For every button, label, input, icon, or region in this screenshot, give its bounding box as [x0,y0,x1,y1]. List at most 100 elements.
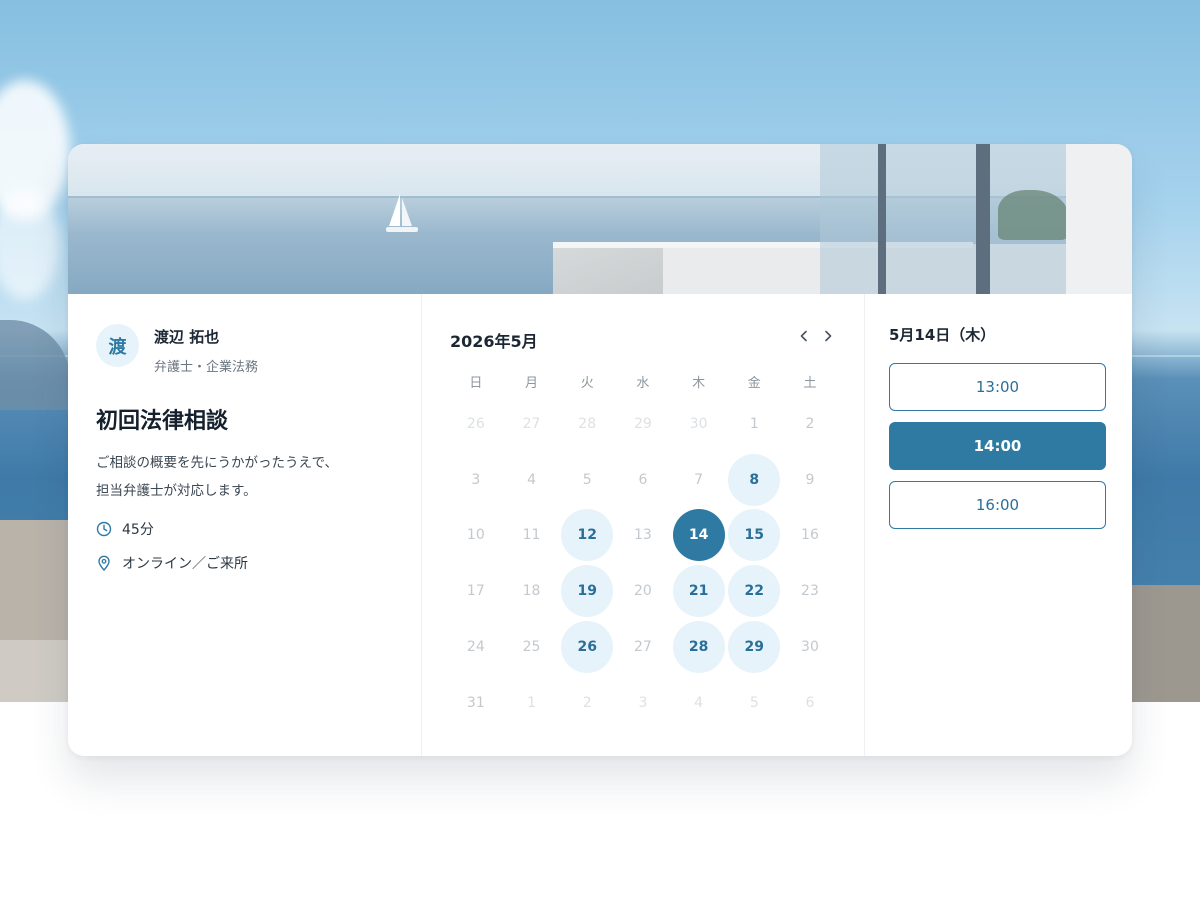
chevron-left-icon [800,330,807,342]
weekday-label: 金 [747,376,761,391]
day-number: 10 [466,527,485,544]
calendar-day: 11 [504,508,560,564]
time-slot-button[interactable]: 16:00 [889,481,1106,529]
booking-card: 渡 渡辺 拓也 弁護士・企業法務 初回法律相談 ご相談の概要を先にうかがったうえ… [68,144,1132,756]
calendar-day-selected[interactable]: 14 [671,508,727,564]
weekday-label: 火 [580,376,594,391]
calendar-day-available[interactable]: 22 [726,563,782,619]
time-slot-button-selected[interactable]: 14:00 [889,422,1106,470]
day-number: 27 [522,415,541,432]
calendar-day: 25 [504,619,560,675]
description-line: 担当弁護士が対応します。 [96,483,257,499]
calendar-day-available[interactable]: 8 [726,452,782,508]
host: 渡 渡辺 拓也 弁護士・企業法務 [96,324,393,375]
host-role: 弁護士・企業法務 [154,360,259,375]
day-number: 26 [561,621,614,674]
day-number: 25 [522,639,541,656]
day-number: 2 [805,415,815,432]
calendar-day: 5 [726,675,782,731]
day-number: 4 [694,694,704,711]
prev-month-button[interactable] [794,326,814,346]
hill [0,320,70,410]
day-number: 17 [466,583,485,600]
day-number: 4 [527,471,536,488]
time-slots-panel: 5月14日（木） 13:00 14:00 16:00 [865,294,1132,756]
calendar-day: 1 [504,675,560,731]
calendar-day-available[interactable]: 26 [559,619,615,675]
day-number: 26 [466,415,485,432]
avatar: 渡 [96,324,139,367]
event-info-panel: 渡 渡辺 拓也 弁護士・企業法務 初回法律相談 ご相談の概要を先にうかがったうえ… [68,294,422,756]
calendar-day: 30 [782,619,838,675]
calendar-week: 26 27 28 29 30 1 2 [448,396,838,452]
day-number: 9 [805,471,815,488]
terrace-edge [553,244,663,294]
calendar-day: 20 [615,563,671,619]
calendar-week: 10 11 12 13 14 15 16 [448,508,838,564]
day-number: 16 [801,527,819,544]
day-number: 2 [582,694,592,711]
day-number: 1 [527,694,536,711]
calendar-day: 30 [671,396,727,452]
calendar-day: 1 [726,396,782,452]
location-row: オンライン／ご来所 [96,553,393,573]
day-number: 29 [728,621,781,674]
calendar-day-available[interactable]: 19 [559,563,615,619]
calendar-day: 27 [504,396,560,452]
banner-image [68,144,1132,294]
weekday-header: 日月火水木金土 [448,372,838,391]
calendar-day: 5 [559,452,615,508]
calendar-day-available[interactable]: 29 [726,619,782,675]
calendar-grid: 26 27 28 29 30 1 2 3 4 5 6 7 8 9 10 11 12 13 14 15 16 17 18 19 2… [448,396,838,731]
event-description: ご相談の概要を先にうかがったうえで、 担当弁護士が対応します。 [96,449,393,505]
day-number: 21 [672,565,725,618]
day-number: 28 [578,415,597,432]
time-slot-list: 13:00 14:00 16:00 [889,363,1108,529]
calendar-day: 6 [782,675,838,731]
description-line: ご相談の概要を先にうかがったうえで、 [96,455,339,471]
time-slot-button[interactable]: 13:00 [889,363,1106,411]
calendar-day: 4 [671,675,727,731]
day-number: 18 [522,583,541,600]
day-number: 6 [638,471,648,488]
calendar-day-available[interactable]: 15 [726,508,782,564]
day-number: 22 [728,565,781,618]
next-month-button[interactable] [818,326,838,346]
window-pillar [878,144,886,294]
calendar-day: 10 [448,508,504,564]
weekday-label: 水 [636,376,650,391]
calendar-day-available[interactable]: 21 [671,563,727,619]
sailboat-icon [386,194,418,232]
day-number: 19 [561,565,614,618]
host-details: 渡辺 拓也 弁護士・企業法務 [154,324,258,375]
weekday-label: 月 [525,376,539,391]
calendar-panel: 2026年5月 日月火水木金土 26 27 28 29 30 1 2 3 4 5 6 7 8 9 10 11 1… [422,294,865,756]
day-number: 11 [522,527,541,544]
calendar-week: 3 4 5 6 7 8 9 [448,452,838,508]
location-text: オンライン／ご来所 [122,556,248,572]
day-number: 5 [582,471,592,488]
calendar-day: 6 [615,452,671,508]
day-number: 14 [672,509,725,562]
calendar-header: 2026年5月 [450,326,840,351]
day-number: 3 [638,694,648,711]
wall [1130,585,1200,702]
calendar-day-available[interactable]: 28 [671,619,727,675]
calendar-day-available[interactable]: 12 [559,508,615,564]
calendar-day: 23 [782,563,838,619]
day-number: 13 [633,527,652,544]
calendar-day: 16 [782,508,838,564]
calendar-day: 28 [559,396,615,452]
calendar-day: 2 [559,675,615,731]
wall [0,640,70,702]
duration-text: 45分 [122,522,154,538]
calendar-week: 31 1 2 3 4 5 6 [448,675,838,731]
month-label: 2026年5月 [450,332,538,351]
calendar-day: 31 [448,675,504,731]
calendar-day: 3 [615,675,671,731]
clock-icon [96,521,112,537]
calendar-day: 29 [615,396,671,452]
selected-date-label: 5月14日（木） [889,326,996,344]
day-number: 8 [728,453,781,506]
day-number: 3 [471,471,481,488]
